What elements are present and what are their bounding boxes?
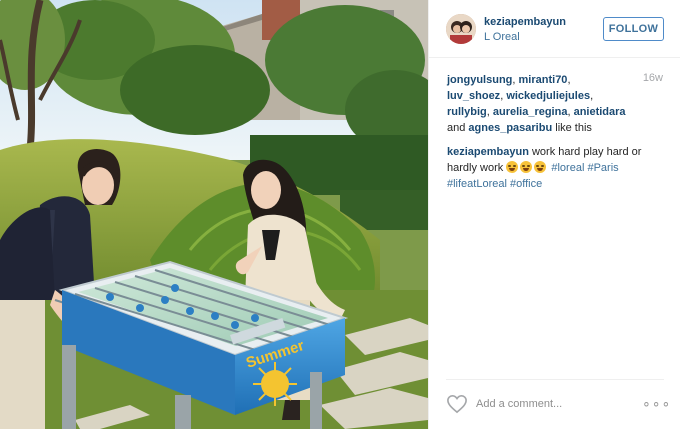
hashtag-link[interactable]: #office xyxy=(510,178,542,190)
heart-icon[interactable] xyxy=(446,394,468,414)
post-photo[interactable]: Summer xyxy=(0,0,428,429)
username-link[interactable]: keziapembayun xyxy=(484,16,566,28)
avatar[interactable] xyxy=(446,14,476,44)
hashtag-link[interactable]: #loreal xyxy=(551,162,584,174)
liker-link[interactable]: wickedjuliejules xyxy=(506,90,590,102)
liker-link[interactable]: rullybig xyxy=(447,106,487,118)
avatar-image xyxy=(446,14,476,44)
laughing-emoji-icon xyxy=(520,161,533,173)
liker-link[interactable]: aurelia_regina xyxy=(493,106,568,118)
likes-list: jongyulsung, miranti70, luv_shoez, wicke… xyxy=(447,74,626,134)
liker-link[interactable]: luv_shoez xyxy=(447,90,500,102)
post-caption: keziapembayun work hard play hard or har… xyxy=(447,144,661,192)
comment-input[interactable] xyxy=(476,396,616,412)
hashtag-link[interactable]: #lifeatLoreal xyxy=(447,178,507,190)
post-side-panel: keziapembayun L Oreal FOLLOW jongyulsung… xyxy=(428,0,680,429)
liker-link[interactable]: jongyulsung xyxy=(447,74,512,86)
likes-suffix-text: like this xyxy=(555,122,592,134)
liker-link[interactable]: agnes_pasaribu xyxy=(468,122,552,134)
location-link[interactable]: L Oreal xyxy=(484,31,520,43)
laughing-emoji-icon xyxy=(534,161,547,173)
laughing-emoji-icon xyxy=(506,161,519,173)
post-footer: ∘∘∘ xyxy=(446,379,670,429)
hashtag-link[interactable]: #Paris xyxy=(587,162,618,174)
likes-and-text: and xyxy=(447,122,466,134)
liker-link[interactable]: anietidara xyxy=(574,106,626,118)
post-header: keziapembayun L Oreal FOLLOW xyxy=(429,0,680,58)
follow-button[interactable]: FOLLOW xyxy=(603,17,664,41)
photo-image: Summer xyxy=(0,0,428,429)
caption-username-link[interactable]: keziapembayun xyxy=(447,146,529,158)
post-age[interactable]: 16w xyxy=(643,72,663,84)
liker-link[interactable]: miranti70 xyxy=(519,74,568,86)
more-options-icon[interactable]: ∘∘∘ xyxy=(642,394,670,412)
